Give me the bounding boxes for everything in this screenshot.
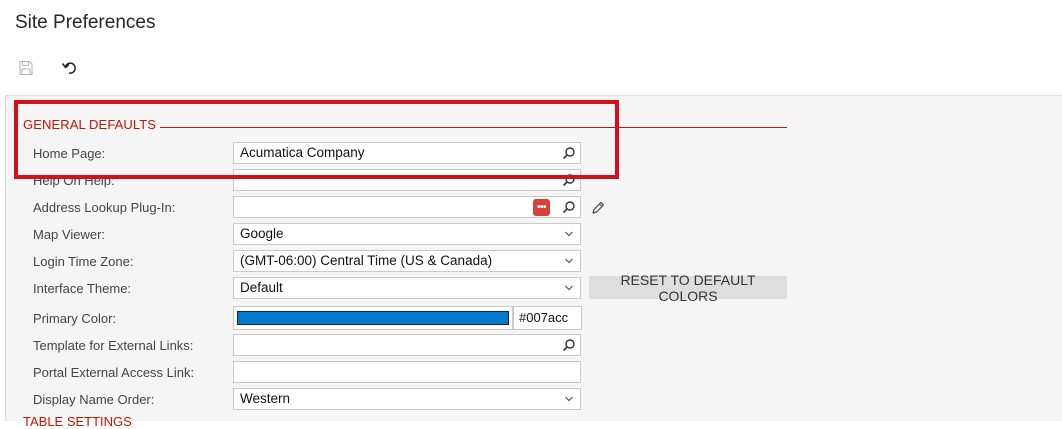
search-icon[interactable] (562, 200, 576, 214)
primary-color-label: Primary Color: (33, 311, 117, 326)
map-viewer-select[interactable]: Google (233, 223, 581, 245)
display-name-order-select[interactable]: Western (233, 388, 581, 410)
pencil-icon[interactable] (590, 200, 606, 216)
login-time-zone-value: (GMT-06:00) Central Time (US & Canada) (240, 253, 493, 268)
save-button[interactable] (15, 57, 37, 79)
template-external-links-label: Template for External Links: (33, 338, 194, 353)
page-title: Site Preferences (15, 12, 156, 33)
search-icon[interactable] (562, 146, 576, 160)
address-lookup-field[interactable]: ••• (233, 196, 581, 218)
primary-color-picker[interactable] (233, 306, 513, 330)
chevron-down-icon[interactable] (564, 256, 574, 266)
map-viewer-value: Google (240, 226, 284, 241)
reset-default-colors-button[interactable]: RESET TO DEFAULT COLORS (589, 272, 787, 304)
undo-icon (61, 62, 76, 74)
interface-theme-select[interactable]: Default (233, 277, 581, 299)
search-icon[interactable] (562, 338, 576, 352)
portal-external-access-label: Portal External Access Link: (33, 365, 195, 380)
address-lookup-label: Address Lookup Plug-In: (33, 200, 176, 215)
home-page-value: Acumatica Company (240, 145, 365, 160)
display-name-order-label: Display Name Order: (33, 392, 155, 407)
color-swatch[interactable] (237, 311, 509, 325)
section-title-table-settings: TABLE SETTINGS (23, 414, 132, 429)
section-title-general-defaults: GENERAL DEFAULTS (23, 117, 157, 132)
chevron-down-icon[interactable] (564, 394, 574, 404)
interface-theme-label: Interface Theme: (33, 281, 132, 296)
home-page-field[interactable]: Acumatica Company (233, 142, 581, 164)
home-page-label: Home Page: (33, 146, 106, 161)
help-on-help-label: Help On Help: (33, 173, 115, 188)
undo-button[interactable] (59, 57, 81, 79)
help-on-help-field[interactable] (233, 169, 581, 191)
more-options-icon[interactable]: ••• (533, 199, 550, 216)
interface-theme-value: Default (240, 280, 283, 295)
login-time-zone-select[interactable]: (GMT-06:00) Central Time (US & Canada) (233, 250, 581, 272)
primary-color-hex-input[interactable]: #007acc (513, 306, 582, 330)
search-icon[interactable] (562, 173, 576, 187)
template-external-links-field[interactable] (233, 334, 581, 356)
portal-external-access-field[interactable] (233, 361, 581, 383)
section-divider (160, 127, 787, 128)
chevron-down-icon[interactable] (564, 229, 574, 239)
save-icon (19, 60, 33, 76)
display-name-order-value: Western (240, 391, 291, 406)
map-viewer-label: Map Viewer: (33, 227, 106, 242)
login-time-zone-label: Login Time Zone: (33, 254, 134, 269)
chevron-down-icon[interactable] (564, 283, 574, 293)
